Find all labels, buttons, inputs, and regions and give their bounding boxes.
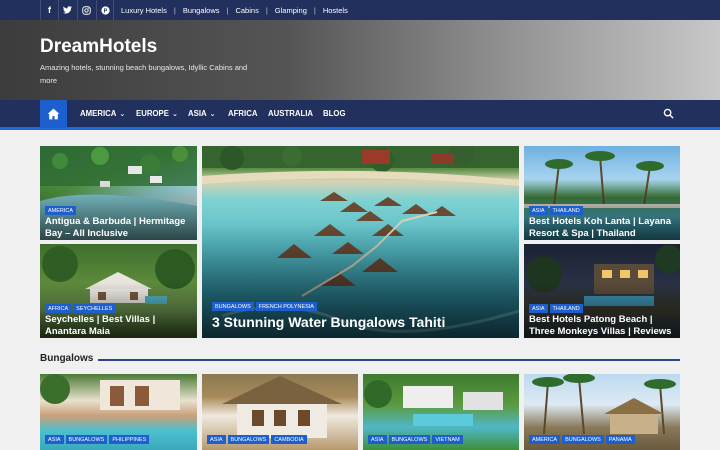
- search-icon[interactable]: [663, 108, 674, 119]
- nav-label: BLOG: [323, 109, 346, 118]
- top-link-cabins[interactable]: Cabins: [235, 6, 258, 15]
- separator: |: [265, 5, 268, 15]
- nav-label: EUROPE: [136, 109, 169, 118]
- featured-post-koh-lanta[interactable]: ASIA THAILAND Best Hotels Koh Lanta | La…: [524, 146, 680, 240]
- bungalow-post-vietnam[interactable]: ASIA BUNGALOWS VIETNAM: [363, 374, 519, 450]
- post-title[interactable]: Best Hotels Koh Lanta | Layana Resort & …: [529, 216, 675, 239]
- featured-post-patong[interactable]: ASIA THAILAND Best Hotels Patong Beach |…: [524, 244, 680, 338]
- facebook-icon[interactable]: f: [40, 0, 58, 20]
- site-title[interactable]: DreamHotels: [40, 36, 157, 58]
- section-divider: [98, 359, 680, 361]
- tag-bungalows[interactable]: BUNGALOWS: [212, 302, 254, 311]
- nav-label: AMERICA: [80, 109, 117, 118]
- twitter-bird-glyph: [63, 6, 72, 14]
- nav-label: AUSTRALIA: [268, 109, 314, 118]
- nav-item-asia[interactable]: ASIA ⌄: [188, 100, 216, 127]
- post-title[interactable]: 3 Stunning Water Bungalows Tahiti: [212, 313, 514, 331]
- nav-item-blog[interactable]: BLOG: [323, 100, 346, 127]
- featured-post-antigua[interactable]: AMERICA Antigua & Barbuda | Hermitage Ba…: [40, 146, 197, 240]
- chevron-down-icon: ⌄: [171, 110, 178, 118]
- post-tags: ASIA THAILAND: [529, 206, 583, 215]
- nav-item-australia[interactable]: AUSTRALIA: [268, 100, 313, 127]
- post-title[interactable]: Seychelles | Best Villas | Anantara Maia: [45, 314, 192, 337]
- top-bar: f P Luxury Hotels | Bungalows | Cabins | Gl…: [0, 0, 720, 20]
- tag-bungalows[interactable]: BUNGALOWS: [227, 435, 270, 444]
- home-icon: [47, 108, 60, 120]
- tag-bungalows[interactable]: BUNGALOWS: [388, 435, 431, 444]
- tag-asia[interactable]: ASIA: [529, 206, 548, 215]
- top-links: Luxury Hotels | Bungalows | Cabins | Glampi…: [121, 0, 348, 20]
- tag-vietnam[interactable]: VIETNAM: [432, 435, 463, 444]
- nav-label: AFRICA: [228, 109, 258, 118]
- tag-thailand[interactable]: THAILAND: [549, 304, 583, 313]
- nav-item-europe[interactable]: EUROPE ⌄: [136, 100, 178, 127]
- chevron-down-icon: ⌄: [119, 110, 126, 118]
- featured-post-tahiti[interactable]: BUNGALOWS FRENCH POLYNESIA 3 Stunning Wa…: [202, 146, 519, 338]
- nav-label: ASIA: [188, 109, 207, 118]
- nav-item-africa[interactable]: AFRICA: [228, 100, 257, 127]
- bungalow-post-cambodia[interactable]: ASIA BUNGALOWS CAMBODIA: [202, 374, 358, 450]
- tag-thailand[interactable]: THAILAND: [549, 206, 583, 215]
- post-title[interactable]: Best Hotels Patong Beach | Three Monkeys…: [529, 314, 675, 337]
- post-tags: ASIA BUNGALOWS CAMBODIA: [207, 435, 307, 444]
- tag-bungalows[interactable]: BUNGALOWS: [65, 435, 108, 444]
- post-title[interactable]: Antigua & Barbuda | Hermitage Bay – All …: [45, 216, 192, 239]
- chevron-down-icon: ⌄: [209, 110, 216, 118]
- featured-post-seychelles[interactable]: AFRICA SEYCHELLES Seychelles | Best Vill…: [40, 244, 197, 338]
- instagram-icon[interactable]: [77, 0, 95, 20]
- pinterest-icon[interactable]: P: [96, 0, 114, 20]
- post-tags: AMERICA: [45, 206, 77, 215]
- post-tags: ASIA BUNGALOWS PHILIPPINES: [45, 435, 150, 444]
- post-tags: ASIA THAILAND: [529, 304, 583, 313]
- bungalow-post-philippines[interactable]: ASIA BUNGALOWS PHILIPPINES: [40, 374, 197, 450]
- home-button[interactable]: [40, 100, 67, 128]
- instagram-glyph: [82, 5, 91, 15]
- tag-asia[interactable]: ASIA: [529, 304, 548, 313]
- top-link-hostels[interactable]: Hostels: [323, 6, 348, 15]
- bungalow-post-panama[interactable]: AMERICA BUNGALOWS PANAMA: [524, 374, 680, 450]
- tag-asia[interactable]: ASIA: [45, 435, 64, 444]
- separator: |: [173, 5, 176, 15]
- top-link-luxury-hotels[interactable]: Luxury Hotels: [121, 6, 167, 15]
- svg-text:P: P: [103, 8, 107, 14]
- main-nav: AMERICA ⌄ EUROPE ⌄ ASIA ⌄ AFRICA AUSTRALIA …: [0, 100, 720, 130]
- separator: |: [226, 5, 229, 15]
- tag-cambodia[interactable]: CAMBODIA: [271, 435, 307, 444]
- tag-asia[interactable]: ASIA: [207, 435, 226, 444]
- tag-africa[interactable]: AFRICA: [45, 304, 72, 313]
- post-tags: BUNGALOWS FRENCH POLYNESIA: [212, 302, 317, 311]
- top-link-bungalows[interactable]: Bungalows: [183, 6, 220, 15]
- tag-asia[interactable]: ASIA: [368, 435, 387, 444]
- tag-america[interactable]: AMERICA: [529, 435, 561, 444]
- nav-item-america[interactable]: AMERICA ⌄: [80, 100, 125, 127]
- tag-french-polynesia[interactable]: FRENCH POLYNESIA: [255, 302, 317, 311]
- post-tags: AFRICA SEYCHELLES: [45, 304, 116, 313]
- section-title-bungalows[interactable]: Bungalows: [40, 353, 93, 364]
- tag-panama[interactable]: PANAMA: [605, 435, 635, 444]
- tag-america[interactable]: AMERICA: [45, 206, 77, 215]
- post-tags: ASIA BUNGALOWS VIETNAM: [368, 435, 463, 444]
- tag-philippines[interactable]: PHILIPPINES: [109, 435, 150, 444]
- site-tagline: Amazing hotels, stunning beach bungalows…: [40, 63, 248, 85]
- separator: |: [313, 5, 316, 15]
- post-tags: AMERICA BUNGALOWS PANAMA: [529, 435, 635, 444]
- site-header: DreamHotels Amazing hotels, stunning bea…: [0, 20, 720, 100]
- tag-seychelles[interactable]: SEYCHELLES: [73, 304, 116, 313]
- top-link-glamping[interactable]: Glamping: [275, 6, 307, 15]
- tag-bungalows[interactable]: BUNGALOWS: [562, 435, 604, 444]
- pinterest-glyph: P: [100, 5, 110, 15]
- twitter-icon[interactable]: [58, 0, 76, 20]
